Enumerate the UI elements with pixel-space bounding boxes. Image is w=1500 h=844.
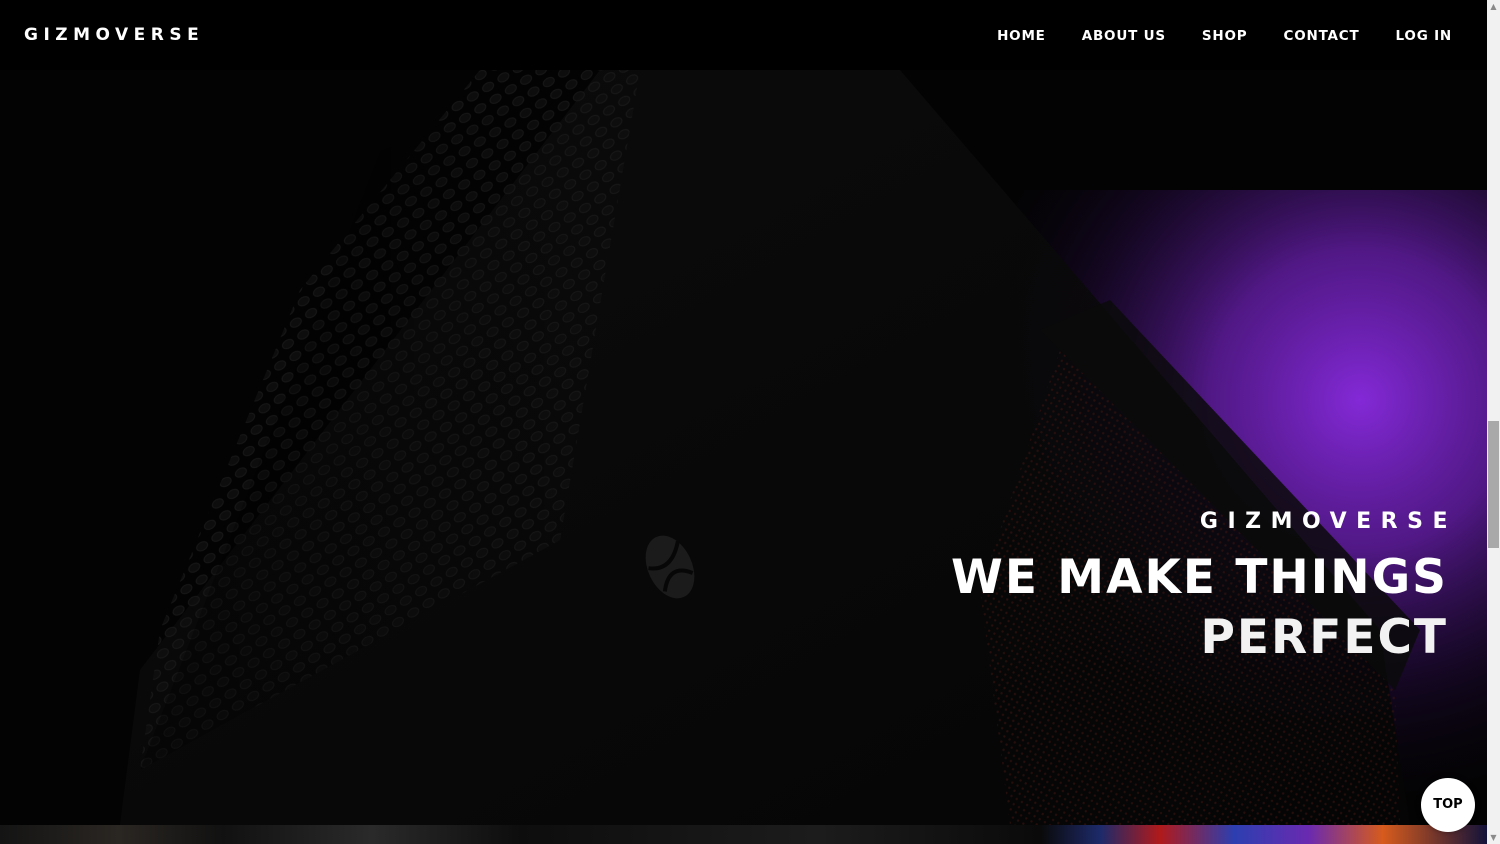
site-logo[interactable]: GIZMOVERSE	[24, 25, 204, 45]
page-scrollbar[interactable]: ▲ ▼	[1487, 0, 1500, 844]
main-nav: HOME ABOUT US SHOP CONTACT LOG IN	[997, 27, 1452, 45]
hero-console-image	[0, 70, 1487, 825]
nav-item-shop[interactable]: SHOP	[1202, 27, 1248, 45]
back-to-top-button[interactable]: TOP	[1421, 778, 1475, 832]
hero-text-block: GIZMOVERSE WE MAKE THINGS PERFECT	[951, 508, 1448, 668]
hero-eyebrow: GIZMOVERSE	[1199, 509, 1457, 534]
nav-item-contact[interactable]: CONTACT	[1283, 27, 1359, 45]
nav-item-log-in[interactable]: LOG IN	[1396, 27, 1453, 45]
hero-headline-line-1: WE MAKE THINGS	[951, 550, 1448, 605]
scroll-up-arrow-icon[interactable]: ▲	[1487, 0, 1500, 13]
hero-section: GIZMOVERSE WE MAKE THINGS PERFECT	[0, 70, 1487, 825]
hero-headline: WE MAKE THINGS PERFECT	[951, 548, 1448, 668]
hero-headline-line-2: PERFECT	[1200, 610, 1448, 665]
nav-item-about-us[interactable]: ABOUT US	[1082, 27, 1166, 45]
nav-item-home[interactable]: HOME	[997, 27, 1046, 45]
scrollbar-thumb[interactable]	[1488, 421, 1499, 548]
scroll-down-arrow-icon[interactable]: ▼	[1487, 831, 1500, 844]
next-section-preview	[0, 825, 1487, 844]
page: GIZMOVERSE HOME ABOUT US SHOP CONTACT LO…	[0, 0, 1500, 844]
navbar: GIZMOVERSE HOME ABOUT US SHOP CONTACT LO…	[0, 0, 1487, 70]
